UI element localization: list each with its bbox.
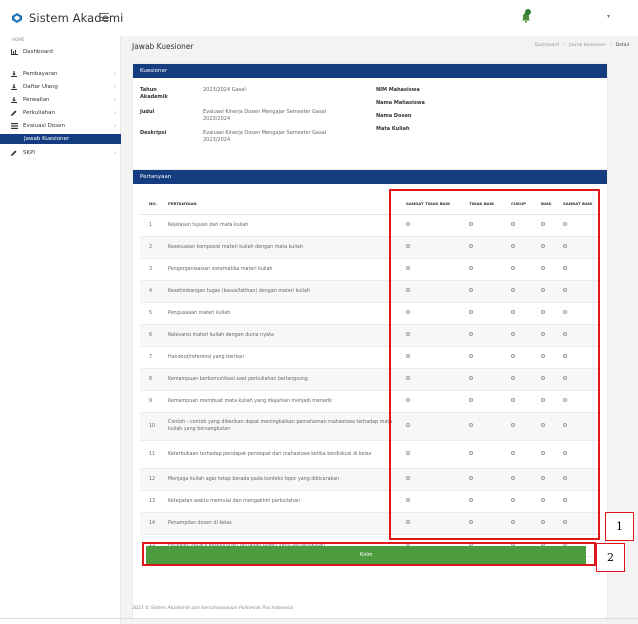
bar-chart-icon — [11, 48, 23, 55]
sidebar-item-perkuliahan[interactable]: Perkuliahan › — [0, 106, 121, 119]
question-text: Handout/referensi yang berikan — [168, 346, 402, 369]
annotation-marker-2: 2 — [596, 543, 625, 572]
app-logo-icon — [12, 13, 22, 23]
question-text: Penampilan dosen di kelas — [168, 512, 402, 535]
question-number: 10 — [140, 412, 168, 441]
menu-toggle-icon[interactable] — [99, 13, 109, 21]
question-text: Ketepatan waktu memulai dan mengakhiri p… — [168, 490, 402, 513]
question-text: Kejelasan tujuan dari mata kuliah — [168, 214, 402, 237]
judul-value: Evaluasi Kinerja Dosen Mengajar Semester… — [203, 109, 327, 122]
judul-label: Judul — [140, 109, 155, 115]
sidebar-item-label: Perwalian — [23, 96, 50, 103]
pencil-icon — [11, 150, 23, 156]
pencil-icon — [11, 110, 23, 116]
annotation-box-rating-options — [389, 189, 600, 540]
sidebar-item-perwalian[interactable]: Perwalian › — [0, 93, 121, 106]
breadcrumb: Dashboard › Jawab Kuesioner › Detail — [535, 43, 629, 48]
nim-mahasiswa-label: NIM Mahasiswa — [376, 87, 420, 93]
sidebar-item-dashboard[interactable]: Dashboard — [0, 45, 121, 58]
nama-mahasiswa-label: Nama Mahasiswa — [376, 100, 425, 106]
question-number: 2 — [140, 236, 168, 259]
app-title: Sistem Akademi — [29, 11, 124, 25]
chevron-right-icon: › — [114, 70, 116, 77]
chevron-down-icon: › — [114, 122, 116, 129]
chevron-right-icon: › — [114, 109, 116, 116]
breadcrumb-dashboard[interactable]: Dashboard — [535, 43, 559, 48]
question-text: Kemampuan berkomunikasi saat perkuliahan… — [168, 368, 402, 391]
chevron-right-icon: › — [114, 149, 116, 156]
breadcrumb-separator: › — [609, 43, 612, 48]
tahun-akademik-value: 2023/2024 Gasal — [203, 87, 246, 93]
sidebar-item-daftar-ulang[interactable]: Daftar Ulang › — [0, 80, 121, 93]
annotation-marker-1: 1 — [605, 512, 634, 541]
question-number: 13 — [140, 490, 168, 513]
download-icon — [11, 96, 23, 103]
tahun-akademik-label: Tahun Akademik — [140, 87, 168, 100]
question-text: Keterbukaan terhadap pendapat-pendapat d… — [168, 440, 402, 469]
page-title: Jawab Kuesioner — [132, 42, 194, 51]
chevron-right-icon: › — [114, 96, 116, 103]
sidebar-item-label: Dashboard — [23, 48, 53, 55]
download-icon — [11, 83, 23, 90]
question-text: Kesetimbangan tugas (kasus/latihan) deng… — [168, 280, 402, 303]
sidebar: HOME Dashboard Pembayaran › Daftar Ulang… — [0, 36, 121, 624]
question-number: 12 — [140, 468, 168, 491]
column-header-pertanyaan: PERTANYAAN — [168, 194, 402, 215]
question-number: 4 — [140, 280, 168, 303]
top-bar: Sistem Akademi ▾ — [0, 0, 638, 36]
footer-text: 2023 © Sistem Akademik dan Kemahasiswaan… — [132, 606, 294, 611]
sidebar-subitem-jawab-kuesioner[interactable]: Jawab Kuesioner — [0, 134, 121, 144]
deskripsi-label: Deskripsi — [140, 130, 167, 136]
column-header-no: NO. — [140, 194, 168, 215]
sidebar-section-home: HOME — [12, 37, 25, 42]
question-text: Contoh - contoh yang diberikan dapat men… — [168, 412, 402, 441]
kuesioner-card-title: Kuesioner — [133, 64, 607, 78]
question-number: 3 — [140, 258, 168, 281]
download-icon — [11, 70, 23, 77]
notification-badge — [525, 9, 531, 15]
mata-kuliah-label: Mata Kuliah — [376, 126, 410, 132]
question-text: Relevansi materi kuliah dengan dunia nya… — [168, 324, 402, 347]
sidebar-item-label: Evaluasi Dosen — [23, 122, 65, 129]
question-number: 5 — [140, 302, 168, 325]
sidebar-item-label: Pembayaran — [23, 70, 58, 77]
nama-dosen-label: Nama Dosen — [376, 113, 412, 119]
question-number: 14 — [140, 512, 168, 535]
breadcrumb-current: Detail — [615, 43, 629, 48]
sidebar-item-pembayaran[interactable]: Pembayaran › — [0, 67, 121, 80]
sidebar-item-evaluasi-dosen[interactable]: Evaluasi Dosen › — [0, 119, 121, 132]
question-text: Kemampuan membuat mata kuliah yang diaja… — [168, 390, 402, 413]
bottom-divider — [0, 618, 638, 619]
annotation-box-submit — [142, 542, 596, 566]
chevron-right-icon: › — [114, 83, 116, 90]
sidebar-item-label: Perkuliahan — [23, 109, 56, 116]
question-text: Kesesuaian komposisi materi kuliah denga… — [168, 236, 402, 259]
question-number: 1 — [140, 214, 168, 237]
list-icon — [11, 122, 23, 129]
sidebar-item-label: SKPI — [23, 149, 36, 156]
question-number: 8 — [140, 368, 168, 391]
question-text: Pengorganisasian sistematika materi kuli… — [168, 258, 402, 281]
deskripsi-value: Evaluasi Kinerja Dosen Mengajar Semester… — [203, 130, 327, 143]
question-number: 7 — [140, 346, 168, 369]
question-text: Menjaga kuliah agar tetap berada pada ko… — [168, 468, 402, 491]
breadcrumb-jawab-kuesioner[interactable]: Jawab Kuesioner — [569, 43, 606, 48]
question-text: Penguasaan materi kuliah — [168, 302, 402, 325]
sidebar-item-skpi[interactable]: SKPI › — [0, 146, 121, 159]
pertanyaan-card-title: Pertanyaan — [133, 170, 607, 184]
sidebar-item-label: Daftar Ulang — [23, 83, 58, 90]
question-number: 6 — [140, 324, 168, 347]
breadcrumb-separator: › — [563, 43, 565, 48]
question-number: 9 — [140, 390, 168, 413]
user-menu-caret-icon[interactable]: ▾ — [607, 13, 610, 20]
question-number: 11 — [140, 440, 168, 469]
